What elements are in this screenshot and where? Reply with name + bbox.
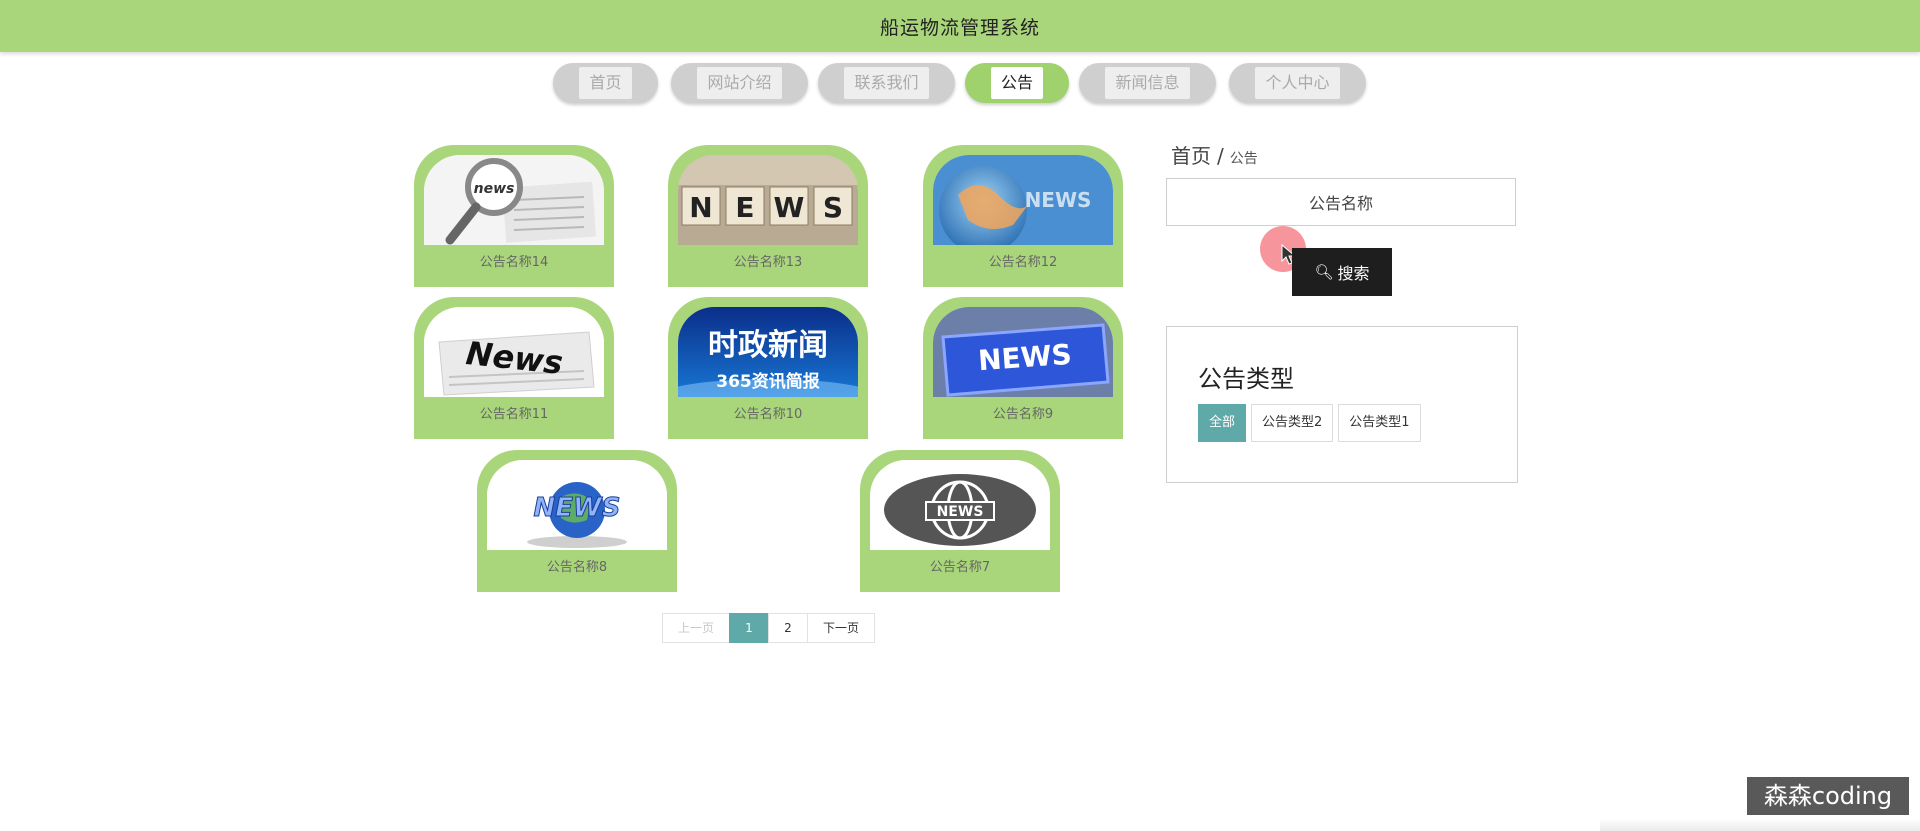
image-subline: 365资讯简报 (716, 371, 820, 392)
nav-item-home[interactable]: 首页 (553, 63, 658, 103)
political-news-image[interactable]: 时政新闻 365资讯简报 (678, 307, 858, 397)
search-input[interactable] (1166, 178, 1516, 226)
nav-item-label: 网站介绍 (697, 67, 782, 99)
notice-card[interactable]: news 公告名称14 (414, 145, 614, 287)
nav-item-label: 首页 (579, 67, 632, 99)
news-key-image[interactable]: NEWS (933, 307, 1113, 397)
prev-page-button[interactable]: 上一页 (662, 613, 730, 643)
magnifier-news-image[interactable]: news (424, 155, 604, 245)
type-tag-2[interactable]: 公告类型2 (1251, 404, 1334, 442)
nav-item-label: 公告 (990, 67, 1043, 99)
nav-item-about[interactable]: 网站介绍 (671, 63, 808, 103)
nav-item-profile[interactable]: 个人中心 (1229, 63, 1366, 103)
notice-card[interactable]: News 公告名称11 (414, 297, 614, 439)
notice-type-tags: 全部 公告类型2 公告类型1 (1198, 404, 1426, 442)
image-headline: 时政新闻 (708, 328, 828, 363)
notice-card[interactable]: NEWS 公告名称12 (923, 145, 1123, 287)
page-2-button[interactable]: 2 (768, 613, 808, 643)
notice-card[interactable]: 时政新闻 365资讯简报 公告名称10 (668, 297, 868, 439)
breadcrumb-separator: / (1217, 144, 1224, 168)
notice-name[interactable]: 公告名称14 (414, 251, 614, 270)
notice-card[interactable]: NEWS 公告名称7 (860, 450, 1060, 592)
svg-text:E: E (735, 191, 754, 224)
notice-name[interactable]: 公告名称13 (668, 251, 868, 270)
bottom-shadow (1600, 818, 1920, 831)
nav-item-news[interactable]: 新闻信息 (1079, 63, 1216, 103)
newspaper-news-image[interactable]: News (424, 307, 604, 397)
notice-type-panel: 公告类型 全部 公告类型2 公告类型1 (1166, 326, 1518, 483)
news-blocks-image[interactable]: NEWS (678, 155, 858, 245)
globe-news-image[interactable]: NEWS (933, 155, 1113, 245)
page-1-button[interactable]: 1 (729, 613, 769, 643)
type-tag-1[interactable]: 公告类型1 (1338, 404, 1421, 442)
svg-text:NEWS: NEWS (1025, 188, 1092, 212)
search-button-label: 搜索 (1337, 264, 1370, 283)
svg-text:NEWS: NEWS (977, 338, 1073, 377)
notice-name[interactable]: 公告名称11 (414, 403, 614, 422)
notice-card[interactable]: NEWS 公告名称9 (923, 297, 1123, 439)
notice-card[interactable]: NEWS 公告名称13 (668, 145, 868, 287)
svg-text:W: W (774, 191, 805, 224)
notice-type-title: 公告类型 (1198, 365, 1294, 393)
svg-text:S: S (823, 191, 843, 224)
type-tag-all[interactable]: 全部 (1198, 404, 1247, 442)
next-page-button[interactable]: 下一页 (807, 613, 875, 643)
nav-item-notice[interactable]: 公告 (965, 63, 1069, 103)
breadcrumb: 首页 / 公告 (1171, 140, 1258, 169)
3d-news-globe-image[interactable]: NEWS (487, 460, 667, 550)
svg-text:NEWS: NEWS (534, 493, 621, 523)
notice-name[interactable]: 公告名称8 (477, 556, 677, 575)
svg-text:news: news (474, 181, 515, 197)
header-bar: 船运物流管理系统 (0, 0, 1920, 52)
nav-item-label: 联系我们 (844, 67, 929, 99)
nav-item-contact[interactable]: 联系我们 (818, 63, 955, 103)
nav-item-label: 新闻信息 (1105, 67, 1190, 99)
notice-name[interactable]: 公告名称7 (860, 556, 1060, 575)
site-title: 船运物流管理系统 (879, 16, 1040, 39)
svg-text:NEWS: NEWS (937, 504, 984, 520)
news-web-icon-image[interactable]: NEWS (870, 460, 1050, 550)
search-button[interactable]: 🔍︎ 搜索 (1292, 248, 1392, 296)
notice-name[interactable]: 公告名称9 (923, 403, 1123, 422)
search-icon: 🔍︎ (1314, 263, 1334, 281)
pagination: 上一页 1 2 下一页 (662, 613, 875, 643)
notice-name[interactable]: 公告名称10 (668, 403, 868, 422)
notice-card[interactable]: NEWS 公告名称8 (477, 450, 677, 592)
main-nav: 首页 网站介绍 联系我们 公告 新闻信息 个人中心 (0, 63, 1920, 105)
svg-text:N: N (689, 191, 712, 224)
breadcrumb-current: 公告 (1229, 151, 1258, 167)
notice-name[interactable]: 公告名称12 (923, 251, 1123, 270)
breadcrumb-home[interactable]: 首页 (1171, 144, 1211, 168)
nav-item-label: 个人中心 (1255, 67, 1340, 99)
watermark: 森森coding (1747, 777, 1909, 815)
